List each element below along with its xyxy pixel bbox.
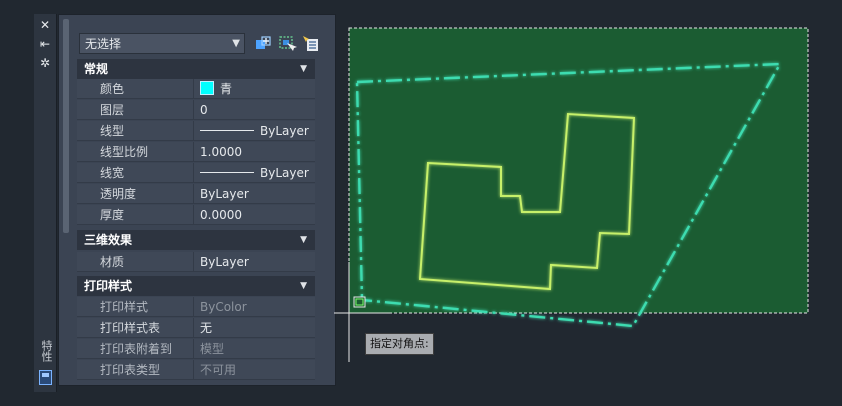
dynamic-input-tooltip: 指定对角点: (365, 333, 434, 355)
selection-window (348, 27, 809, 314)
